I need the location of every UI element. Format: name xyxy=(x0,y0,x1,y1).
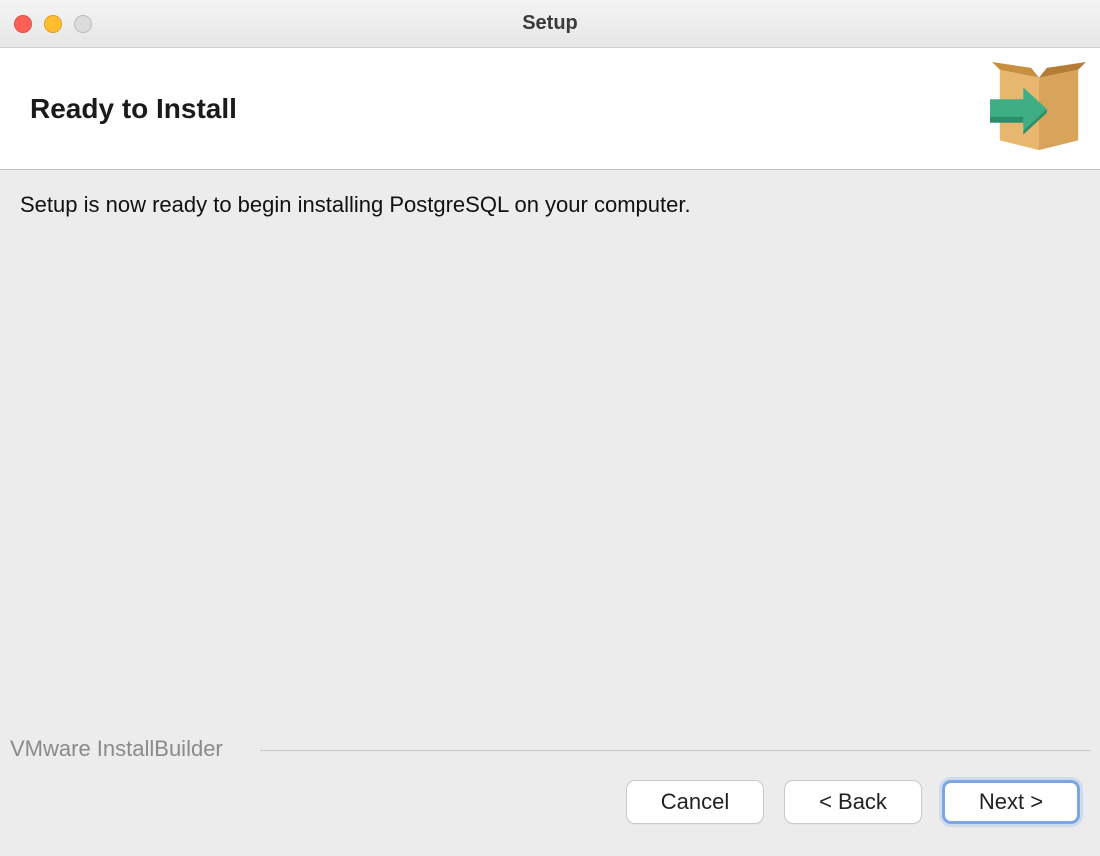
back-button[interactable]: < Back xyxy=(784,780,922,824)
installer-brand: VMware InstallBuilder xyxy=(10,736,223,762)
maximize-icon xyxy=(74,15,92,33)
next-button[interactable]: Next > xyxy=(942,780,1080,824)
wizard-header: Ready to Install xyxy=(0,48,1100,170)
divider xyxy=(260,750,1090,751)
cancel-button[interactable]: Cancel xyxy=(626,780,764,824)
window-controls xyxy=(14,15,92,33)
window-title: Setup xyxy=(0,12,1100,35)
wizard-content: Setup is now ready to begin installing P… xyxy=(0,170,1100,240)
page-title: Ready to Install xyxy=(30,93,237,125)
titlebar: Setup xyxy=(0,0,1100,48)
wizard-buttons: Cancel < Back Next > xyxy=(626,780,1080,824)
install-box-icon xyxy=(990,60,1088,158)
ready-message: Setup is now ready to begin installing P… xyxy=(20,192,1080,218)
close-icon[interactable] xyxy=(14,15,32,33)
minimize-icon[interactable] xyxy=(44,15,62,33)
